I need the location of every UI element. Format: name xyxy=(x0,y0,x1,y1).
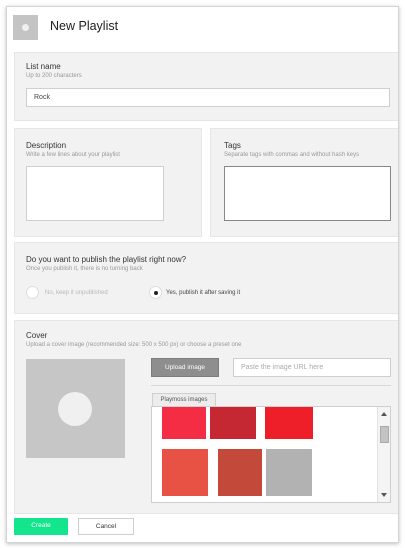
page-title: New Playlist xyxy=(50,19,119,33)
preset-image[interactable] xyxy=(218,449,262,496)
divider xyxy=(151,385,391,386)
publish-yes-label[interactable]: Yes, publish it after saving it xyxy=(166,290,240,296)
gallery-scrollbar[interactable] xyxy=(377,407,390,502)
cover-label: Cover xyxy=(26,331,48,340)
tags-textarea[interactable] xyxy=(224,166,391,221)
tags-label: Tags xyxy=(224,141,241,150)
cover-preview-image xyxy=(26,359,125,458)
description-label: Description xyxy=(26,141,67,150)
publish-yes-radio[interactable] xyxy=(149,286,162,299)
preset-image[interactable] xyxy=(265,407,313,439)
description-textarea[interactable] xyxy=(26,166,164,221)
playlist-thumbnail-icon xyxy=(13,15,38,40)
preset-image[interactable] xyxy=(162,407,206,439)
publish-no-radio[interactable] xyxy=(26,286,39,299)
preset-image[interactable] xyxy=(162,449,208,496)
preset-image[interactable] xyxy=(266,449,312,496)
cover-hint: Upload a cover image (recommended size: … xyxy=(26,342,242,348)
create-button[interactable]: Create xyxy=(14,518,68,535)
scroll-down-arrow-icon[interactable] xyxy=(381,493,387,497)
cover-panel: Cover Upload a cover image (recommended … xyxy=(14,320,398,514)
new-playlist-dialog: New Playlist List name Up to 200 charact… xyxy=(6,6,399,543)
upload-image-button[interactable]: Upload image xyxy=(151,358,219,377)
tags-hint: Separate tags with commas and without ha… xyxy=(224,152,360,158)
publish-hint: Once you publish it, there is no turning… xyxy=(26,266,143,272)
list-name-input[interactable]: Rock xyxy=(26,88,390,107)
list-name-label: List name xyxy=(26,62,61,71)
description-hint: Write a few lines about your playlist xyxy=(26,152,120,158)
preset-image[interactable] xyxy=(210,407,256,439)
publish-panel: Do you want to publish the playlist righ… xyxy=(14,242,398,314)
publish-question: Do you want to publish the playlist righ… xyxy=(26,255,187,264)
tags-panel: Tags Separate tags with commas and witho… xyxy=(210,128,398,237)
cover-placeholder-icon xyxy=(58,392,92,426)
image-url-input[interactable]: Paste the image URL here xyxy=(233,358,391,377)
radio-selected-dot-icon xyxy=(153,290,158,295)
publish-no-label[interactable]: No, keep it unpublished xyxy=(45,290,108,296)
preset-images-gallery xyxy=(151,406,391,503)
scroll-up-arrow-icon[interactable] xyxy=(381,412,387,416)
description-panel: Description Write a few lines about your… xyxy=(14,128,202,237)
scrollbar-thumb[interactable] xyxy=(380,426,389,443)
cancel-button[interactable]: Cancel xyxy=(78,518,134,535)
tab-playmoss-images[interactable]: Playmoss images xyxy=(152,393,216,407)
list-name-hint: Up to 200 characters xyxy=(26,73,82,79)
dialog-header: New Playlist xyxy=(7,7,398,47)
list-name-panel: List name Up to 200 characters Rock xyxy=(14,52,398,121)
